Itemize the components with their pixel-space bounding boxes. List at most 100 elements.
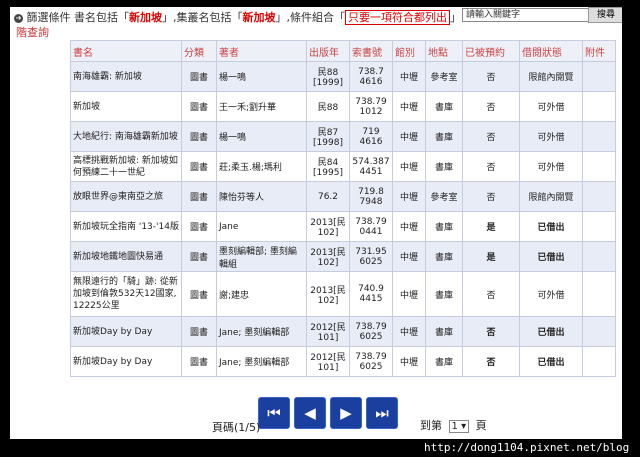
book-reserved: 否 [462, 151, 520, 182]
book-year: 76.2 [306, 181, 350, 212]
book-type: 圖書 [181, 271, 217, 317]
book-title-link[interactable]: 放眼世界@東南亞之旅 [70, 181, 182, 212]
book-attach [582, 121, 616, 152]
book-title-link[interactable]: 南海雄霸: 新加坡 [70, 61, 182, 92]
book-status: 可外借 [519, 121, 583, 152]
filter-text-4: 」 [450, 11, 461, 24]
book-author: Jane; 墨刻編輯部 [216, 346, 307, 377]
col-location[interactable]: 地點 [425, 40, 463, 62]
filter-prefix: 篩選條件 [26, 11, 71, 24]
filter-keyword-2: 新加坡 [242, 11, 276, 24]
book-callno: 738.79 0441 [349, 211, 393, 242]
book-author: 陳怡芬等人 [216, 181, 307, 212]
book-year: 民87 [1998] [306, 121, 350, 152]
table-row: 新加坡玩全指南 '13-'14版 圖書 Jane 2013[民102] 738.… [70, 211, 616, 242]
filter-text-3: 」,條件組合「 [275, 11, 346, 24]
book-type: 圖書 [181, 241, 217, 272]
table-row: 新加坡地鐵地圖快易通 圖書 墨刻編輯部; 墨刻編輯組 2013[民102] 73… [70, 241, 616, 272]
book-year: 民88 [306, 91, 350, 122]
book-callno: 740.9 4415 [349, 271, 393, 317]
book-author: 莊;柔玉.楊;瑪利 [216, 151, 307, 182]
book-title-link[interactable]: 高標挑戰新加坡: 新加坡如何預練二十一世紀 [70, 151, 182, 182]
filter-mode: 只要一項符合都列出 [345, 10, 450, 25]
col-year[interactable]: 出版年 [306, 40, 350, 62]
book-author: 楊一鳴 [216, 61, 307, 92]
book-title-link[interactable]: 新加坡Day by Day [70, 346, 182, 377]
first-page-icon[interactable]: ⏮ [258, 397, 290, 429]
book-attach [582, 346, 616, 377]
book-attach [582, 211, 616, 242]
book-library: 中壢 [392, 241, 426, 272]
col-status[interactable]: 借閱狀態 [519, 40, 583, 62]
last-page-icon[interactable]: ⏭ [366, 397, 398, 429]
search-button[interactable]: 搜尋 [588, 7, 622, 23]
book-type: 圖書 [181, 181, 217, 212]
book-callno: 719 4616 [349, 121, 393, 152]
book-reserved: 是 [462, 211, 520, 242]
arrow-bullet-icon: ➜ [14, 13, 23, 23]
book-location: 書庫 [425, 316, 463, 347]
col-reserved[interactable]: 已被預約 [462, 40, 520, 62]
book-type: 圖書 [181, 61, 217, 92]
page-select[interactable]: 1 ▾ [448, 420, 470, 433]
search-input[interactable]: 請輸入關鍵字 [462, 8, 590, 22]
book-status: 限館內閱覽 [519, 61, 583, 92]
table-row: 放眼世界@東南亞之旅 圖書 陳怡芬等人 76.2 719.8 7948 中壢 參… [70, 181, 616, 212]
book-status: 可外借 [519, 151, 583, 182]
book-attach [582, 91, 616, 122]
col-library[interactable]: 館別 [392, 40, 426, 62]
subquery-link[interactable]: 階查詢 [16, 24, 49, 40]
book-title-link[interactable]: 新加坡 [70, 91, 182, 122]
book-callno: 738.7 4616 [349, 61, 393, 92]
table-row: 新加坡Day by Day 圖書 Jane; 墨刻編輯部 2012[民101] … [70, 346, 616, 377]
book-location: 書庫 [425, 346, 463, 377]
col-attach[interactable]: 附件 [582, 40, 616, 62]
book-status: 已借出 [519, 346, 583, 377]
filter-text-1: 書名包括「 [74, 11, 129, 24]
book-callno: 738.79 6025 [349, 316, 393, 347]
book-attach [582, 181, 616, 212]
book-attach [582, 61, 616, 92]
book-type: 圖書 [181, 151, 217, 182]
book-author: 王一禾;劉升華 [216, 91, 307, 122]
book-status: 已借出 [519, 316, 583, 347]
book-title-link[interactable]: 大地紀行: 南海雄霸新加坡 [70, 121, 182, 152]
col-author[interactable]: 著者 [216, 40, 307, 62]
book-library: 中壢 [392, 151, 426, 182]
book-title-link[interactable]: 新加坡Day by Day [70, 316, 182, 347]
col-title[interactable]: 書名 [70, 40, 182, 62]
book-library: 中壢 [392, 181, 426, 212]
table-row: 高標挑戰新加坡: 新加坡如何預練二十一世紀 圖書 莊;柔玉.楊;瑪利 民84 [… [70, 151, 616, 182]
book-location: 參考室 [425, 61, 463, 92]
book-type: 圖書 [181, 91, 217, 122]
table-header-row: 書名 分類 著者 出版年 索書號 館別 地點 已被預約 借閱狀態 附件 [70, 40, 616, 62]
book-attach [582, 241, 616, 272]
book-attach [582, 316, 616, 347]
book-status: 已借出 [519, 211, 583, 242]
book-callno: 738.79 6025 [349, 346, 393, 377]
book-year: 2013[民102] [306, 211, 350, 242]
book-title-link[interactable]: 新加坡玩全指南 '13-'14版 [70, 211, 182, 242]
book-title-link[interactable]: 無限遠行的「騎」跡: 從新加坡到倫敦532天12國家, 12225公里 [70, 271, 182, 317]
prev-page-icon[interactable]: ◀ [294, 397, 326, 429]
next-page-icon[interactable]: ▶ [330, 397, 362, 429]
book-title-link[interactable]: 新加坡地鐵地圖快易通 [70, 241, 182, 272]
table-row: 新加坡 圖書 王一禾;劉升華 民88 738.79 1012 中壢 書庫 否 可… [70, 91, 616, 122]
book-library: 中壢 [392, 271, 426, 317]
book-callno: 574.387 4451 [349, 151, 393, 182]
book-type: 圖書 [181, 316, 217, 347]
book-year: 民84 [1995] [306, 151, 350, 182]
book-location: 書庫 [425, 211, 463, 242]
goto-prefix: 到第 [420, 419, 442, 432]
book-location: 書庫 [425, 271, 463, 317]
book-location: 書庫 [425, 121, 463, 152]
results-page: ➜ 篩選條件 書名包括「新加坡」,集叢名包括「新加坡」,條件組合「 只要一項符合都… [10, 7, 622, 439]
col-callno[interactable]: 索書號 [349, 40, 393, 62]
book-year: 2012[民101] [306, 316, 350, 347]
book-library: 中壢 [392, 121, 426, 152]
goto-suffix: 頁 [475, 419, 487, 432]
book-reserved: 否 [462, 316, 520, 347]
book-library: 中壢 [392, 61, 426, 92]
book-library: 中壢 [392, 316, 426, 347]
col-type[interactable]: 分類 [181, 40, 217, 62]
